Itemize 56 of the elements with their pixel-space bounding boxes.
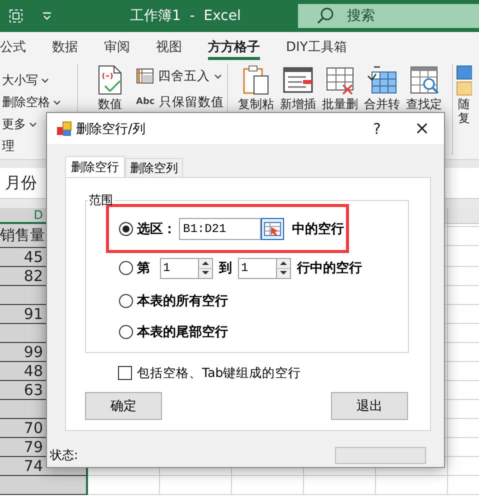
search-icon [316, 7, 334, 25]
checkbox-label: 包括空格、Tab键组成的空行 [137, 364, 302, 382]
dialog-tab[interactable]: 删除空列 [125, 158, 183, 177]
number-field[interactable]: 1 [238, 258, 276, 278]
caret-icon [53, 100, 61, 104]
caret-icon [29, 122, 37, 126]
help-button[interactable]: ? [365, 113, 389, 144]
table-arrow-icon [264, 222, 281, 236]
group-label: 范围 [88, 192, 114, 209]
search-field[interactable]: 搜索 [298, 4, 479, 28]
range-picker-button[interactable] [261, 218, 284, 240]
app-icon [56, 120, 72, 136]
option-label: 本表的所有空行 [137, 292, 228, 310]
dialog-title: 删除空行/列 [76, 120, 146, 138]
ribbon-button[interactable]: 四舍五入 [136, 66, 224, 86]
formula-text: 月份 [5, 172, 37, 194]
option-label: 第 [137, 260, 150, 277]
tiles-icon [456, 64, 472, 96]
dialog-button[interactable]: 退出 [331, 392, 408, 420]
caret-icon [41, 78, 49, 82]
group-label: 理 [2, 138, 16, 155]
spin-buttons[interactable] [276, 258, 291, 278]
option-label: 到 [219, 260, 232, 277]
window-title: 工作簿1 - Excel [130, 7, 241, 25]
ribbon-tab[interactable]: DIY工具箱 [286, 32, 347, 60]
frame-icon [8, 8, 24, 24]
ribbon-tab[interactable]: 审阅 [104, 32, 130, 60]
option-label: 选区： [137, 220, 176, 238]
ribbon-button[interactable]: 更多 [2, 114, 77, 134]
abc-icon: Abc [136, 97, 155, 107]
ribbon-tab[interactable]: 数据 [52, 32, 78, 60]
close-button[interactable]: × [400, 113, 444, 144]
ribbon-button[interactable]: 随复 [456, 64, 472, 155]
option-label: 行中的空行 [297, 260, 362, 277]
dialog-button[interactable]: 确定 [85, 392, 162, 420]
radio-button[interactable] [119, 294, 133, 308]
dialog-tab[interactable]: 删除空行 [65, 156, 125, 177]
option-label: 中的空行 [292, 220, 344, 238]
caret-icon [214, 74, 222, 78]
table-search-icon [408, 64, 440, 96]
radio-button[interactable] [119, 325, 133, 339]
option-label: 本表的尾部空行 [137, 324, 228, 341]
table-merge-icon [366, 64, 398, 96]
radio-button[interactable] [119, 222, 133, 236]
ribbon-button[interactable]: 删除空格 [2, 92, 77, 112]
range-field[interactable]: B1:D21 [179, 218, 261, 240]
radio-button[interactable] [119, 261, 133, 275]
customize-dropdown-icon[interactable] [42, 12, 52, 20]
ribbon-tab[interactable]: 公式 [0, 32, 26, 60]
ribbon-button[interactable]: Abc 只保留数值 [136, 92, 224, 112]
checkbox[interactable] [118, 366, 132, 380]
table-icon [136, 68, 154, 84]
spin-buttons[interactable] [198, 258, 213, 278]
ribbon-button[interactable]: 大小写 [2, 70, 77, 90]
number-field[interactable]: 1 [160, 258, 198, 278]
ribbon-tab[interactable]: 视图 [156, 32, 182, 60]
